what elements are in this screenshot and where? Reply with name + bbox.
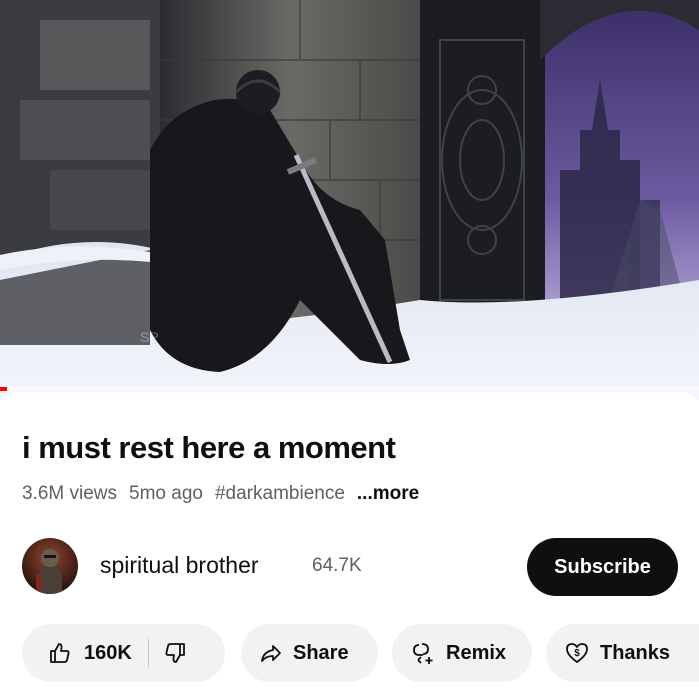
more-description-link[interactable]: ...more [357,483,419,505]
svg-text:$: $ [574,648,580,659]
video-thumbnail-art: SP [0,0,699,400]
hashtag-link[interactable]: #darkambience [215,483,345,505]
channel-row[interactable]: spiritual brother 64.7K Subscribe [22,538,678,596]
video-title: i must rest here a moment [22,430,396,465]
upload-age: 5mo ago [129,483,203,504]
thumb-up-icon [50,643,70,663]
like-button[interactable]: 160K [22,624,132,682]
avatar-knight-icon [36,549,62,594]
like-count: 160K [84,641,132,664]
share-arrow-icon [261,645,281,662]
video-player[interactable]: SP [0,0,699,400]
remix-icon [413,643,433,664]
video-watermark: SP [140,329,159,345]
thanks-heart-icon: $ [566,643,588,663]
thanks-button[interactable]: $ Thanks [546,624,699,682]
dislike-button[interactable] [149,624,187,682]
remix-button[interactable]: Remix [392,624,532,682]
video-progress-fill [0,387,7,391]
thanks-label: Thanks [600,641,671,664]
remix-label: Remix [446,641,507,664]
video-progress-bar[interactable] [0,387,699,391]
thumb-down-icon [165,643,185,663]
share-label: Share [293,641,349,664]
video-metadata[interactable]: 3.6M views 5mo ago #darkambience ...more [22,483,419,505]
action-bar: 160K Share Remix $ Thanks [22,624,699,682]
subscriber-count: 64.7K [312,555,362,576]
channel-avatar[interactable] [22,538,78,594]
share-button[interactable]: Share [241,624,378,682]
view-count: 3.6M views [22,483,118,504]
channel-name[interactable]: spiritual brother [100,552,259,579]
video-info-sheet: i must rest here a moment 3.6M views 5mo… [0,392,699,700]
subscribe-button[interactable]: Subscribe [527,538,678,596]
like-dislike-pill: 160K [22,624,225,682]
